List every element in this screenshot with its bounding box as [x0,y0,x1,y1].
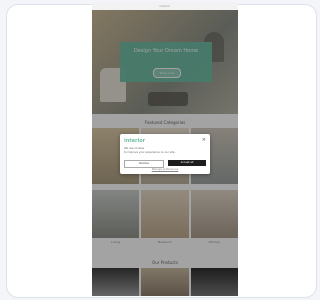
modal-text-line-1: We use cookies [124,147,145,150]
site-title: interior [159,4,171,8]
cookie-modal: interior × We use cookies to improve you… [120,134,210,174]
modal-logo: interior [124,138,146,144]
manage-preferences-link[interactable]: Manage preferences [120,168,210,171]
accept-button[interactable]: Accept all [168,160,206,166]
close-icon[interactable]: × [202,137,206,143]
modal-text-line-2: to improve your experience on our site. [124,151,176,154]
decline-button[interactable]: Decline [124,160,164,168]
